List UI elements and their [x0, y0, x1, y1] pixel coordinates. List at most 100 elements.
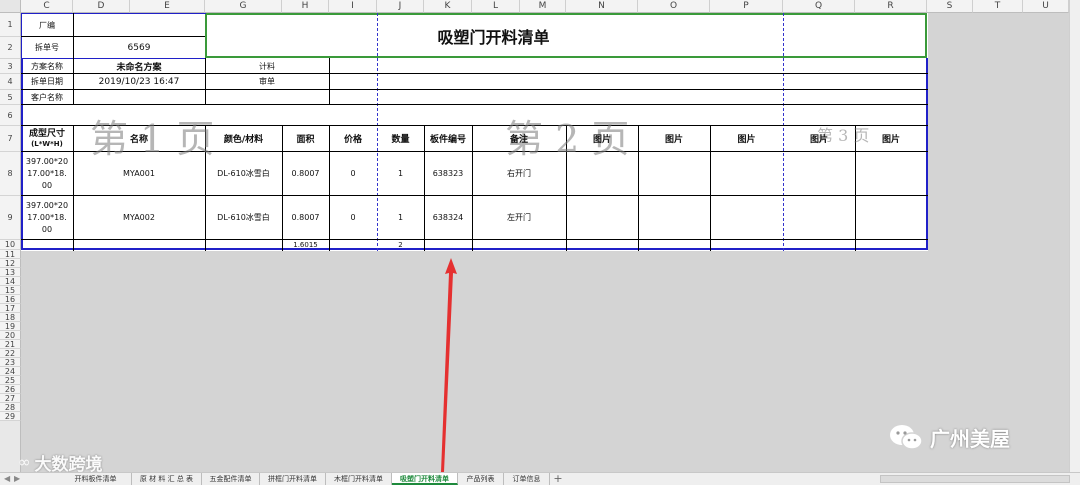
- row1-color[interactable]: DL-610冰雪白: [205, 152, 282, 195]
- row-header[interactable]: 25: [0, 376, 21, 385]
- column-header-t[interactable]: T: [973, 0, 1023, 13]
- row1-note[interactable]: 右开门: [472, 152, 566, 195]
- calc-label[interactable]: 计料: [205, 59, 329, 73]
- row2-color[interactable]: DL-610冰雪白: [205, 196, 282, 239]
- row1-qty[interactable]: 1: [377, 152, 424, 195]
- sheet-tab[interactable]: 木框门开料清单: [326, 473, 392, 485]
- add-sheet-icon[interactable]: +: [552, 473, 564, 485]
- row1-board[interactable]: 638323: [424, 152, 472, 195]
- column-header-e[interactable]: E: [130, 0, 205, 13]
- row-header[interactable]: 15: [0, 286, 21, 295]
- header-pic[interactable]: 图片: [710, 126, 783, 151]
- order-no-label[interactable]: 拆单号: [21, 37, 73, 58]
- column-header-d[interactable]: D: [73, 0, 130, 13]
- tab-scroll-left-icon[interactable]: ◀: [4, 474, 10, 483]
- header-area[interactable]: 面积: [282, 126, 329, 151]
- row1-area[interactable]: 0.8007: [282, 152, 329, 195]
- row-header[interactable]: 20: [0, 331, 21, 340]
- column-header-j[interactable]: J: [377, 0, 424, 13]
- horizontal-scrollbar[interactable]: [880, 475, 1070, 483]
- vertical-scrollbar[interactable]: [1069, 0, 1080, 472]
- header-pic[interactable]: 图片: [783, 126, 855, 151]
- header-pic[interactable]: 图片: [855, 126, 927, 151]
- row-header[interactable]: 28: [0, 403, 21, 412]
- row-header[interactable]: 7: [0, 126, 21, 152]
- row-header[interactable]: 29: [0, 412, 21, 421]
- form-title[interactable]: 吸塑门开料清单: [205, 14, 782, 58]
- total-area[interactable]: 1.6015: [282, 240, 329, 250]
- select-all-corner[interactable]: [0, 0, 21, 13]
- row1-price[interactable]: 0: [329, 152, 377, 195]
- row-header[interactable]: 18: [0, 313, 21, 322]
- row1-name[interactable]: MYA001: [73, 152, 205, 195]
- row-header[interactable]: 14: [0, 277, 21, 286]
- row1-size[interactable]: 397.00*20 17.00*18. 00: [21, 152, 73, 195]
- row-header[interactable]: 16: [0, 295, 21, 304]
- row-header[interactable]: 2: [0, 37, 21, 59]
- tab-scroll-right-icon[interactable]: ▶: [14, 474, 20, 483]
- column-header-h[interactable]: H: [282, 0, 329, 13]
- row-header[interactable]: 5: [0, 90, 21, 105]
- row-header[interactable]: 24: [0, 367, 21, 376]
- row-header[interactable]: 12: [0, 259, 21, 268]
- sheet-tab[interactable]: 五金配件清单: [202, 473, 260, 485]
- sheet-tab[interactable]: 产品列表: [458, 473, 504, 485]
- column-header-k[interactable]: K: [424, 0, 472, 13]
- header-pic[interactable]: 图片: [638, 126, 710, 151]
- review-label[interactable]: 审单: [205, 74, 329, 89]
- column-header-p[interactable]: P: [710, 0, 783, 13]
- row-header[interactable]: 8: [0, 152, 21, 196]
- row-header[interactable]: 6: [0, 105, 21, 126]
- date-label[interactable]: 拆单日期: [21, 74, 73, 89]
- row-header[interactable]: 27: [0, 394, 21, 403]
- header-pic[interactable]: 图片: [566, 126, 638, 151]
- column-header-i[interactable]: I: [329, 0, 377, 13]
- row2-size[interactable]: 397.00*20 17.00*18. 00: [21, 196, 73, 239]
- column-header-o[interactable]: O: [638, 0, 710, 13]
- scheme-label[interactable]: 方案名称: [21, 59, 73, 73]
- column-header-l[interactable]: L: [472, 0, 520, 13]
- column-header-s[interactable]: S: [927, 0, 973, 13]
- row-header[interactable]: 3: [0, 59, 21, 74]
- row2-price[interactable]: 0: [329, 196, 377, 239]
- column-header-n[interactable]: N: [566, 0, 638, 13]
- column-header-c[interactable]: C: [21, 0, 73, 13]
- header-color[interactable]: 颜色/材料: [205, 126, 282, 151]
- row-header[interactable]: 1: [0, 13, 21, 37]
- column-header-g[interactable]: G: [205, 0, 282, 13]
- column-header-r[interactable]: R: [855, 0, 927, 13]
- row2-board[interactable]: 638324: [424, 196, 472, 239]
- date-value[interactable]: 2019/10/23 16:47: [73, 74, 205, 89]
- row-header[interactable]: 22: [0, 349, 21, 358]
- row-header[interactable]: 26: [0, 385, 21, 394]
- row2-area[interactable]: 0.8007: [282, 196, 329, 239]
- row-header[interactable]: 21: [0, 340, 21, 349]
- row-header[interactable]: 17: [0, 304, 21, 313]
- row-header[interactable]: 9: [0, 196, 21, 240]
- row-header[interactable]: 11: [0, 250, 21, 259]
- row2-name[interactable]: MYA002: [73, 196, 205, 239]
- header-name[interactable]: 名称: [73, 126, 205, 151]
- header-qty[interactable]: 数量: [377, 126, 424, 151]
- row-header[interactable]: 10: [0, 240, 21, 250]
- sheet-tab-active[interactable]: 吸塑门开料清单: [392, 473, 458, 485]
- order-no-value[interactable]: 6569: [73, 37, 205, 58]
- header-board[interactable]: 板件编号: [424, 126, 472, 151]
- column-header-q[interactable]: Q: [783, 0, 855, 13]
- row-header[interactable]: 4: [0, 74, 21, 90]
- sheet-tab[interactable]: 拼框门开料清单: [260, 473, 326, 485]
- sheet-tab[interactable]: 原 材 料 汇 总 表: [132, 473, 202, 485]
- header-price[interactable]: 价格: [329, 126, 377, 151]
- total-qty[interactable]: 2: [377, 240, 424, 250]
- customer-label[interactable]: 客户名称: [21, 90, 73, 104]
- sheet-tab[interactable]: 订单信息: [504, 473, 550, 485]
- column-header-m[interactable]: M: [520, 0, 566, 13]
- header-size[interactable]: 成型尺寸 (L*W*H): [21, 126, 73, 151]
- scheme-value[interactable]: 未命名方案: [73, 59, 205, 73]
- column-header-u[interactable]: U: [1023, 0, 1069, 13]
- row2-qty[interactable]: 1: [377, 196, 424, 239]
- header-note[interactable]: 备注: [472, 126, 566, 151]
- row-header[interactable]: 23: [0, 358, 21, 367]
- sheet-tab[interactable]: 开料板件清单: [60, 473, 132, 485]
- factory-label[interactable]: 厂编: [21, 14, 73, 36]
